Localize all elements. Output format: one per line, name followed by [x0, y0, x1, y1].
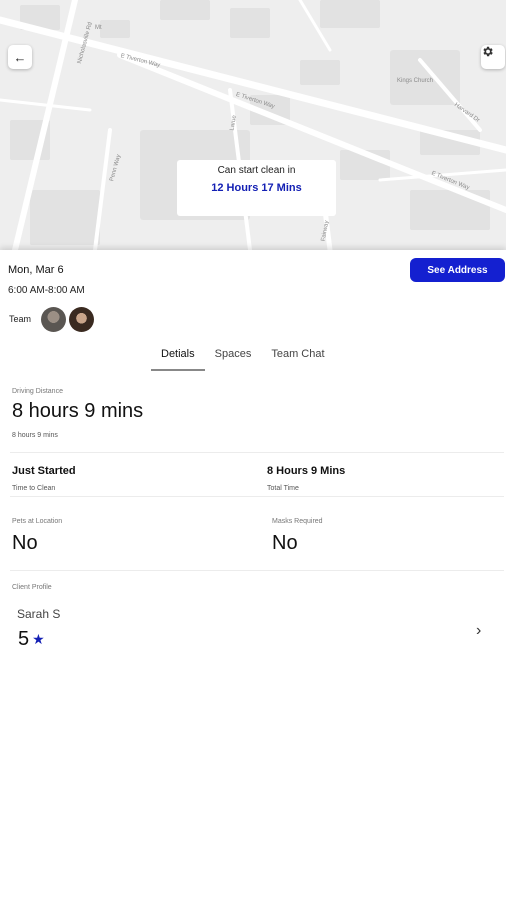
client-name: Sarah S [17, 607, 61, 621]
settings-button[interactable] [481, 45, 505, 69]
job-time-window: 6:00 AM-8:00 AM [8, 285, 85, 296]
driving-distance-sub: 8 hours 9 mins [12, 432, 58, 439]
avatar[interactable] [41, 307, 66, 332]
start-timer-card: Can start clean in 12 Hours 17 Mins [177, 160, 336, 216]
chevron-right-icon: › [476, 622, 482, 639]
divider [10, 496, 504, 497]
masks-label: Masks Required [272, 518, 323, 525]
gear-icon [483, 46, 493, 57]
tab-bar: Detials Spaces Team Chat [151, 347, 335, 371]
time-to-clean-label: Time to Clean [12, 485, 56, 492]
avatar[interactable] [69, 307, 94, 332]
map-street-label: Mt [95, 25, 102, 31]
map-view[interactable]: Nicholasville Rd E Tiverton Way E Tivert… [0, 0, 506, 250]
start-timer-caption: Can start clean in [217, 165, 296, 176]
driving-distance-value: 8 hours 9 mins [12, 400, 144, 422]
tab-spaces[interactable]: Spaces [205, 347, 262, 371]
pets-label: Pets at Location [12, 518, 63, 525]
driving-distance-label: Driving Distance [12, 388, 63, 395]
masks-value: No [272, 532, 298, 554]
map-place-label: Kings Church [397, 78, 434, 84]
team-label: Team [9, 314, 32, 324]
star-icon: ★ [32, 631, 45, 647]
client-profile-label: Client Profile [12, 584, 52, 591]
pets-value: No [12, 532, 38, 554]
client-rating: 5 ★ [18, 628, 45, 651]
back-button[interactable]: ← [8, 45, 32, 69]
total-time-label: Total Time [267, 485, 299, 492]
see-address-button[interactable]: See Address [410, 258, 505, 282]
job-date: Mon, Mar 6 [8, 264, 64, 276]
tab-team-chat[interactable]: Team Chat [261, 347, 334, 371]
divider [10, 452, 504, 453]
total-time-value: 8 Hours 9 Mins [267, 465, 346, 477]
client-rating-value: 5 [18, 628, 30, 650]
tab-details[interactable]: Detials [151, 347, 205, 371]
start-timer-value: 12 Hours 17 Mins [211, 182, 302, 194]
divider [10, 570, 504, 571]
arrow-left-icon: ← [13, 49, 27, 65]
job-details-sheet: Mon, Mar 6 6:00 AM-8:00 AM See Address T… [0, 250, 506, 900]
client-profile-row[interactable]: Sarah S 5 ★ › [0, 595, 506, 655]
time-to-clean-value: Just Started [12, 465, 76, 477]
